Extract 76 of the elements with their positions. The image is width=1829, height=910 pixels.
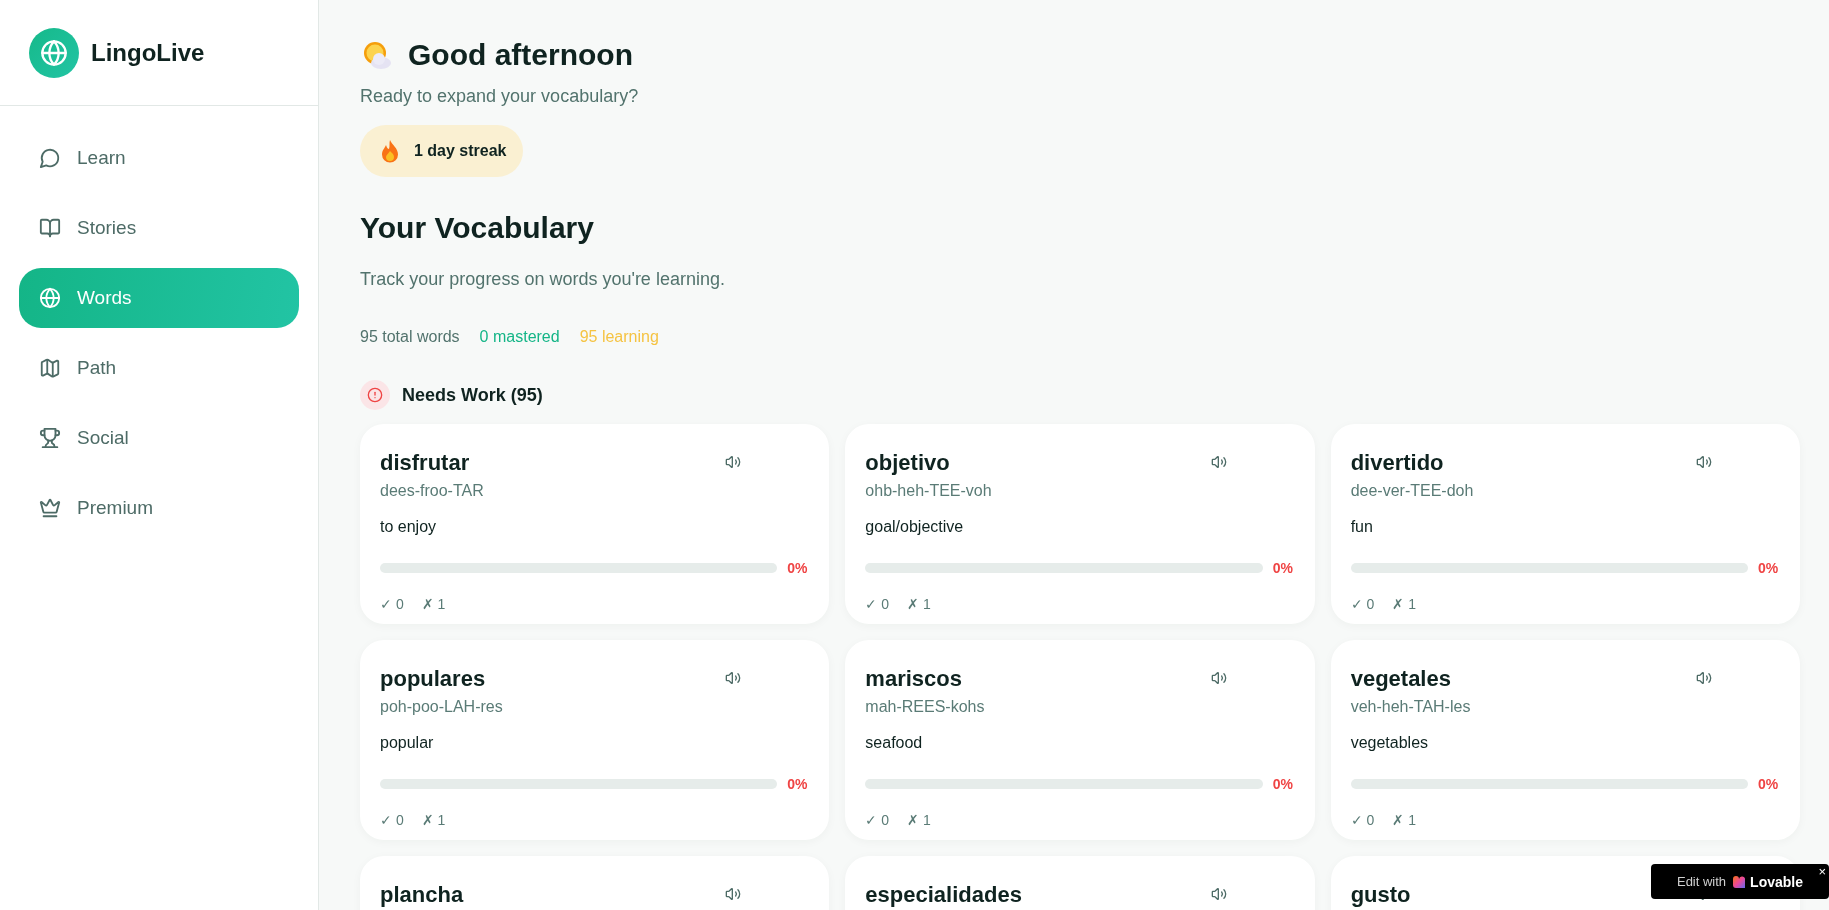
- nav-item[interactable]: Learn: [19, 128, 299, 188]
- globe-icon: [39, 287, 61, 309]
- percent-text: 0%: [1272, 560, 1294, 576]
- speaker-icon[interactable]: [1696, 670, 1712, 686]
- alert-icon: [360, 380, 390, 410]
- edit-badge-toast[interactable]: Edit with Lovable ×: [1651, 864, 1829, 899]
- percent-text: 0%: [1758, 560, 1780, 576]
- wrong-count: ✗ 1: [907, 596, 931, 612]
- group-heading: Needs Work (95): [402, 384, 543, 406]
- stat-text: 95 learning: [579, 328, 659, 346]
- percent-text: 0%: [787, 776, 809, 792]
- trophy-icon: [39, 427, 61, 449]
- book-icon: [39, 217, 61, 239]
- greeting-title: Good afternoon: [408, 38, 633, 72]
- correct-count: ✓ 0: [1350, 596, 1375, 612]
- word-title: disfrutar: [380, 449, 470, 476]
- wrong-count: ✗ 1: [421, 812, 446, 828]
- meaning-text: vegetables: [1350, 734, 1430, 752]
- brand-name: Lovable: [1750, 873, 1803, 890]
- correct-count: ✓ 0: [865, 596, 889, 612]
- percent-text: 0%: [1758, 776, 1780, 792]
- speaker-icon[interactable]: [1210, 670, 1227, 686]
- speaker-icon[interactable]: [1210, 454, 1227, 470]
- stat-text: 0 mastered: [479, 328, 560, 346]
- word-title: populares: [380, 665, 486, 692]
- percent-text: 0%: [787, 560, 809, 576]
- badge-text: Edit with: [1676, 874, 1727, 889]
- meaning-text: fun: [1350, 518, 1374, 536]
- streak-text: 1 day streak: [414, 142, 507, 160]
- nav-item[interactable]: Stories: [19, 198, 299, 258]
- speaker-icon[interactable]: [725, 454, 742, 470]
- map-icon: [39, 357, 61, 379]
- pronunciation-text: ohb-heh-TEE-voh: [865, 482, 993, 500]
- meaning-text: seafood: [865, 734, 924, 752]
- word-title: plancha: [380, 881, 464, 908]
- word-title: gusto: [1350, 881, 1411, 908]
- meaning-text: popular: [380, 734, 435, 752]
- speaker-icon[interactable]: [1210, 886, 1227, 902]
- nav-item[interactable]: Path: [19, 338, 299, 398]
- correct-count: ✓ 0: [1350, 812, 1375, 828]
- close-button[interactable]: ×: [1818, 865, 1826, 878]
- pronunciation-text: poh-poo-LAH-res: [380, 698, 504, 716]
- word-title: especialidades: [865, 881, 1022, 908]
- word-title: objetivo: [865, 449, 950, 476]
- word-title: vegetales: [1350, 665, 1451, 692]
- correct-count: ✓ 0: [865, 812, 889, 828]
- speaker-icon[interactable]: [725, 886, 742, 902]
- flame-icon: [380, 139, 400, 163]
- word-title: divertido: [1350, 449, 1444, 476]
- wrong-count: ✗ 1: [1392, 812, 1417, 828]
- heart-logo-icon: [1732, 874, 1747, 889]
- wrong-count: ✗ 1: [421, 596, 446, 612]
- pronunciation-text: mah-REES-kohs: [865, 698, 986, 716]
- nav-item[interactable]: Premium: [19, 478, 299, 538]
- correct-count: ✓ 0: [380, 596, 404, 612]
- section-subtitle: Track your progress on words you're learning.: [360, 269, 726, 290]
- section-title: Your Vocabulary: [360, 211, 595, 245]
- wrong-count: ✗ 1: [1392, 596, 1417, 612]
- greeting-subtitle: Ready to expand your vocabulary?: [360, 86, 640, 107]
- app-name: LingoLive: [91, 38, 205, 67]
- speaker-icon[interactable]: [725, 670, 742, 686]
- stat-text: 95 total words: [360, 328, 460, 346]
- chat-bubble-icon: [39, 147, 61, 169]
- correct-count: ✓ 0: [380, 812, 404, 828]
- pronunciation-text: veh-heh-TAH-les: [1350, 698, 1472, 716]
- wrong-count: ✗ 1: [907, 812, 931, 828]
- speaker-icon[interactable]: [1696, 454, 1712, 470]
- crown-icon: [39, 497, 61, 519]
- pronunciation-text: dees-froo-TAR: [380, 482, 485, 500]
- pronunciation-text: dee-ver-TEE-doh: [1350, 482, 1475, 500]
- percent-text: 0%: [1272, 776, 1294, 792]
- nav-item[interactable]: Social: [19, 408, 299, 468]
- meaning-text: goal/objective: [865, 518, 965, 536]
- logo-icon: [29, 27, 79, 78]
- word-title: mariscos: [865, 665, 962, 692]
- meaning-text: to enjoy: [380, 518, 438, 536]
